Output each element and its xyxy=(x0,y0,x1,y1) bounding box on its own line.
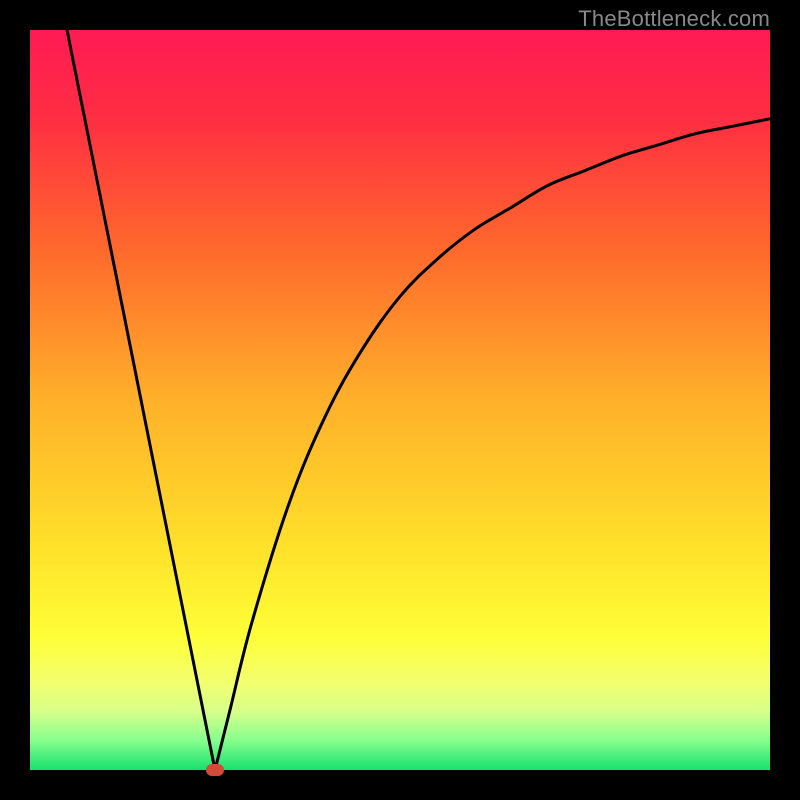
bottleneck-curve xyxy=(67,30,770,787)
curve-layer xyxy=(30,30,770,770)
watermark-text: TheBottleneck.com xyxy=(578,6,770,32)
minimum-marker xyxy=(206,764,224,776)
chart-frame: TheBottleneck.com xyxy=(0,0,800,800)
